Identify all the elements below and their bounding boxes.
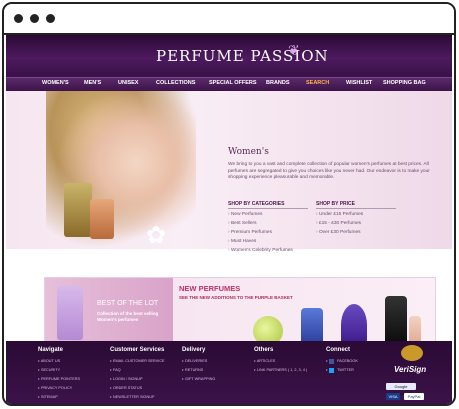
- footer-link[interactable]: LOGIN / SIGNUP: [110, 376, 165, 385]
- categories-list: New Perfumes Best Sellers Premium Perfum…: [228, 212, 293, 257]
- footer-link[interactable]: EMAIL CUSTOMER SERVICE: [110, 358, 165, 367]
- website: PERFUME PASSION ❦ WOMEN'S MEN'S UNISEX C…: [6, 35, 452, 404]
- window-dot-icon[interactable]: [46, 14, 55, 23]
- price-link[interactable]: Under £15 Perfumes: [316, 212, 363, 221]
- category-link[interactable]: Must Haves: [228, 239, 293, 248]
- google-checkout-badge: Google Checkout: [386, 383, 416, 396]
- twitter-label: TWITTER: [336, 368, 354, 372]
- footer-link[interactable]: SITEMAP: [38, 394, 80, 403]
- nav-unisex[interactable]: UNISEX: [118, 80, 138, 86]
- footer-link[interactable]: SECURITY: [38, 367, 80, 376]
- window-dot-icon[interactable]: [30, 14, 39, 23]
- facebook-icon: [328, 358, 334, 364]
- nav-search[interactable]: SEARCH: [306, 80, 329, 86]
- category-link[interactable]: New Perfumes: [228, 212, 293, 221]
- new-perfumes-title[interactable]: NEW PERFUMES: [179, 284, 240, 293]
- main-nav: WOMEN'S MEN'S UNISEX COLLECTIONS SPECIAL…: [6, 77, 452, 91]
- nav-shopping-bag[interactable]: SHOPPING BAG: [383, 80, 426, 86]
- window-dot-icon[interactable]: [14, 14, 23, 23]
- nav-mens[interactable]: MEN'S: [84, 80, 101, 86]
- site-logo[interactable]: PERFUME PASSION: [156, 47, 329, 65]
- footer-link[interactable]: DELIVERIES: [182, 358, 215, 367]
- footer-link[interactable]: ABOUT US: [38, 358, 80, 367]
- hero-description: We bring to you a vast and complete coll…: [228, 162, 430, 181]
- window-chrome: [4, 4, 454, 35]
- footer-others: Others ARTICLES LINK PARTNERS ( 1, 2, 3,…: [254, 347, 307, 376]
- visa-badge: VISA: [386, 393, 400, 400]
- footer-link[interactable]: RETURNS: [182, 367, 215, 376]
- footer-heading: Connect: [326, 347, 350, 353]
- footer-heading: Others: [254, 347, 274, 353]
- nav-womens[interactable]: WOMEN'S: [42, 80, 69, 86]
- price-heading: SHOP BY PRICE: [316, 201, 396, 209]
- footer-delivery: Delivery DELIVERIES RETURNS GIFT WRAPPIN…: [182, 347, 215, 385]
- verisign-logo: VeriSign: [394, 365, 427, 374]
- footer-heading: Navigate: [38, 347, 64, 353]
- perfume-bottle-image: [64, 183, 92, 237]
- perfume-bottle-image[interactable]: [341, 304, 367, 346]
- perfume-bottle-image: [57, 286, 83, 340]
- paypal-badge: PayPal: [404, 393, 424, 400]
- footer-link[interactable]: ORDER STATUS: [110, 385, 165, 394]
- footer-navigate: Navigate ABOUT US SECURITY PERFUME POINT…: [38, 347, 80, 403]
- footer-customer-services: Customer Services EMAIL CUSTOMER SERVICE…: [110, 347, 165, 403]
- flower-image: ✿: [146, 222, 167, 249]
- butterfly-icon: ❦: [288, 42, 300, 58]
- categories-heading: SHOP BY CATEGORIES: [228, 201, 308, 209]
- footer-link[interactable]: ARTICLES: [254, 358, 307, 367]
- best-of-lot-title: BEST OF THE LOT: [97, 300, 159, 307]
- facebook-link[interactable]: FACEBOOK: [326, 358, 358, 367]
- category-link[interactable]: Premium Perfumes: [228, 230, 293, 239]
- footer-link[interactable]: LINK PARTNERS ( 1, 2, 3, 4 ): [254, 367, 307, 376]
- nav-special-offers[interactable]: SPECIAL OFFERS: [209, 80, 257, 86]
- hero-title: Women's: [228, 147, 269, 157]
- footer-link[interactable]: PERFUME POINTERS: [38, 376, 80, 385]
- site-footer: Navigate ABOUT US SECURITY PERFUME POINT…: [6, 341, 452, 404]
- price-list: Under £15 Perfumes £15 - £30 Perfumes Ov…: [316, 212, 363, 239]
- twitter-icon: [328, 367, 334, 373]
- footer-connect: Connect FACEBOOK TWITTER: [326, 347, 358, 376]
- footer-heading: Delivery: [182, 347, 206, 353]
- facebook-label: FACEBOOK: [336, 359, 358, 363]
- footer-link[interactable]: PRIVACY POLICY: [38, 385, 80, 394]
- footer-link[interactable]: NEWSLETTER SIGNUP: [110, 394, 165, 403]
- price-link[interactable]: £15 - £30 Perfumes: [316, 221, 363, 230]
- footer-link[interactable]: GIFT WRAPPING: [182, 376, 215, 385]
- nav-wishlist[interactable]: WISHLIST: [346, 80, 372, 86]
- footer-link[interactable]: FAQ: [110, 367, 165, 376]
- perfume-bottle-image: [90, 199, 114, 239]
- category-link[interactable]: Best Sellers: [228, 221, 293, 230]
- nav-brands[interactable]: BRANDS: [266, 80, 290, 86]
- new-perfumes-subtitle[interactable]: SEE THE NEW ADDITIONS TO THE PURPLE BASK…: [179, 295, 293, 300]
- twitter-link[interactable]: TWITTER: [326, 367, 358, 376]
- perfume-bottle-image[interactable]: [385, 296, 407, 346]
- site-header: PERFUME PASSION ❦: [6, 35, 452, 77]
- browser-frame: PERFUME PASSION ❦ WOMEN'S MEN'S UNISEX C…: [2, 2, 456, 406]
- trust-seal-icon: [401, 345, 423, 361]
- nav-collections[interactable]: COLLECTIONS: [156, 80, 195, 86]
- price-link[interactable]: Over £30 Perfumes: [316, 230, 363, 239]
- category-link[interactable]: Women's Celebrity Perfumes: [228, 248, 293, 257]
- footer-heading: Customer Services: [110, 347, 165, 353]
- best-of-lot-subtitle: Collection of the best selling Women's p…: [97, 311, 159, 322]
